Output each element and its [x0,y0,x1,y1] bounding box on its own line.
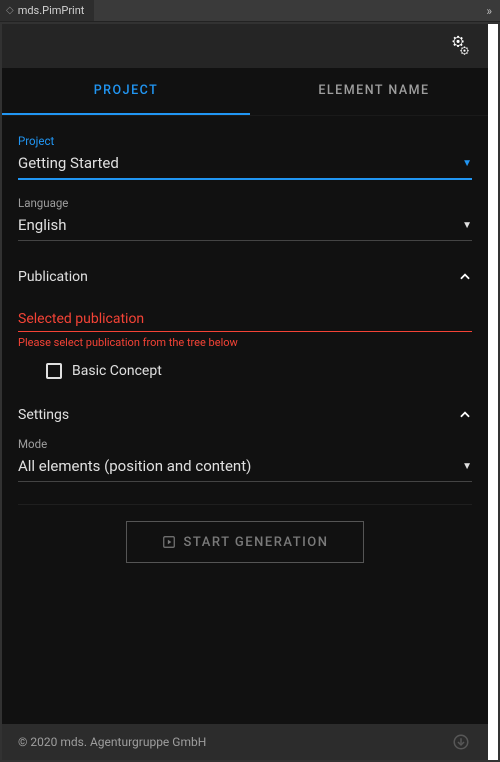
checkbox-icon[interactable] [46,363,62,379]
selected-publication-hint: Please select publication from the tree … [18,336,472,349]
settings-section-header[interactable]: Settings [18,399,472,431]
play-icon [162,535,176,549]
divider [18,504,472,505]
mode-field: Mode All elements (position and content)… [18,437,472,482]
field-label: Mode [18,437,472,451]
chevrons-right-icon: » [486,4,492,18]
publication-tree-item[interactable]: Basic Concept [18,355,472,379]
field-label: Project [18,134,472,148]
tab-element-name[interactable]: ELEMENT NAME [250,68,498,115]
footer-copyright: © 2020 mds. Agenturgruppe GmbH [18,735,206,749]
tab-project[interactable]: PROJECT [2,68,250,115]
expand-button[interactable]: » [478,0,500,21]
mode-select[interactable]: All elements (position and content) ▼ [18,453,472,482]
footer: © 2020 mds. Agenturgruppe GmbH [2,724,488,760]
select-value: Getting Started [18,154,119,172]
select-value: All elements (position and content) [18,457,251,475]
tab-label: ELEMENT NAME [318,83,429,98]
section-title: Publication [18,269,88,285]
window-tab-title: mds.PimPrint [18,4,85,17]
scrollbar[interactable] [488,24,498,760]
start-button-label: START GENERATION [184,535,329,550]
selected-publication-label: Selected publication [18,311,472,332]
caret-down-icon: ▼ [462,158,472,169]
chevron-up-icon [458,270,472,284]
window-tab[interactable]: ◇ mds.PimPrint [0,0,94,21]
chevron-up-icon [458,408,472,422]
caret-down-icon: ▼ [462,461,472,472]
content: Project Getting Started ▼ Language Engli… [2,116,488,724]
caret-down-icon: ▼ [462,220,472,231]
tree-item-label: Basic Concept [72,363,162,379]
language-field: Language English ▼ [18,196,472,241]
start-generation-button[interactable]: START GENERATION [126,521,364,563]
tab-label: PROJECT [94,83,159,98]
selected-publication-block: Selected publication Please select publi… [18,311,472,349]
publication-section-header[interactable]: Publication [18,261,472,293]
settings-gears-icon[interactable] [448,35,470,57]
tab-bar: PROJECT ELEMENT NAME [2,68,498,116]
select-value: English [18,216,67,234]
project-field: Project Getting Started ▼ [18,134,472,180]
language-select[interactable]: English ▼ [18,212,472,241]
panel: PROJECT ELEMENT NAME Project Getting Sta… [2,24,498,760]
download-icon[interactable] [452,733,470,751]
window-tab-bar: ◇ mds.PimPrint » [0,0,500,22]
field-label: Language [18,196,472,210]
section-title: Settings [18,407,69,423]
grip-icon: ◇ [6,5,14,16]
project-select[interactable]: Getting Started ▼ [18,150,472,180]
toolbar [2,24,498,68]
